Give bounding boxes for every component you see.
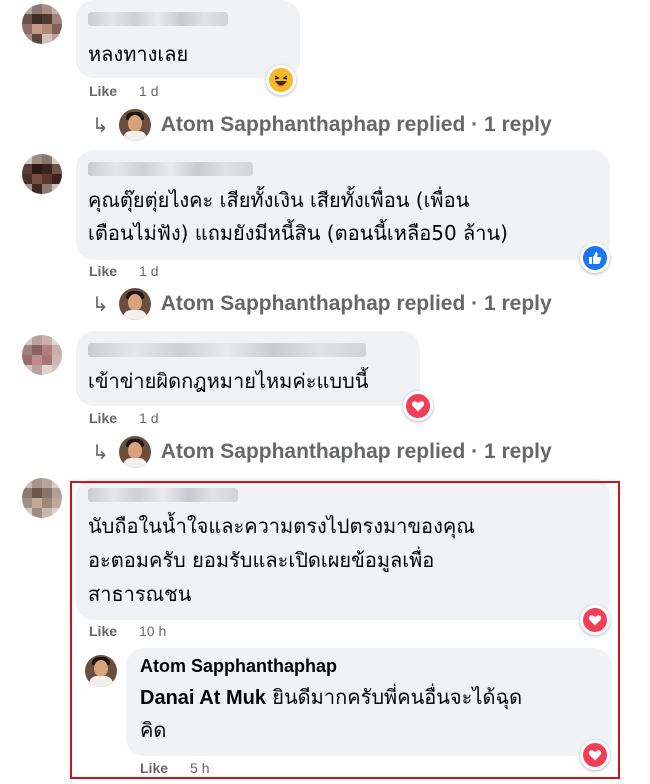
like-icon: [583, 246, 607, 270]
view-replies-link[interactable]: ↳ Atom Sapphanthaphap replied · 1 reply: [92, 435, 552, 469]
comment-bubble: หลงทางเลย: [76, 0, 300, 78]
comment-actions: Like 1 d: [89, 263, 158, 279]
like-button[interactable]: Like: [89, 263, 117, 279]
reply-arrow-icon: ↳: [92, 293, 109, 316]
comment-time[interactable]: 1 d: [139, 83, 158, 99]
commenter-name-blurred[interactable]: [88, 12, 228, 26]
view-replies-link[interactable]: ↳ Atom Sapphanthaphap replied · 1 reply: [92, 287, 552, 321]
haha-icon: [269, 68, 293, 92]
reaction-badge[interactable]: [580, 243, 610, 273]
love-icon: [406, 394, 430, 418]
commenter-avatar[interactable]: [22, 478, 62, 518]
reaction-badge[interactable]: [403, 391, 433, 421]
reply-summary[interactable]: Atom Sapphanthaphap replied · 1 reply: [161, 113, 552, 137]
reply-arrow-icon: ↳: [92, 114, 109, 137]
comment-time[interactable]: 1 d: [139, 263, 158, 279]
like-button[interactable]: Like: [89, 83, 117, 99]
reply-summary[interactable]: Atom Sapphanthaphap replied · 1 reply: [161, 440, 552, 464]
comment-time[interactable]: 1 d: [139, 410, 158, 426]
commenter-name-blurred[interactable]: [88, 343, 366, 357]
comment-bubble: คุณตุ๊ยตุ่ยไงคะ เสียทั้งเงิน เสียทั้งเพื…: [76, 150, 610, 260]
replier-avatar: [118, 109, 151, 141]
commenter-name-blurred[interactable]: [88, 162, 253, 176]
comment-bubble: เข้าข่ายผิดกฎหมายไหมค่ะแบบนี้: [76, 331, 420, 406]
commenter-avatar[interactable]: [22, 154, 62, 194]
replier-avatar: [118, 436, 151, 468]
like-button[interactable]: Like: [89, 410, 117, 426]
comment-text: เข้าข่ายผิดกฎหมายไหมค่ะแบบนี้: [88, 369, 369, 393]
highlight-frame: [70, 481, 620, 779]
reply-arrow-icon: ↳: [92, 441, 109, 464]
commenter-avatar[interactable]: [22, 335, 62, 375]
reply-summary[interactable]: Atom Sapphanthaphap replied · 1 reply: [161, 292, 552, 316]
replier-avatar: [118, 288, 151, 320]
comment-text: หลงทางเลย: [88, 42, 189, 66]
view-replies-link[interactable]: ↳ Atom Sapphanthaphap replied · 1 reply: [92, 108, 552, 142]
comment-text-line: เตือนไม่ฟัง) แถมยังมีหนี้สิน (ตอนนี้เหลื…: [88, 221, 508, 245]
commenter-avatar[interactable]: [22, 4, 62, 44]
comment-text-line: คุณตุ๊ยตุ่ยไงคะ เสียทั้งเงิน เสียทั้งเพื…: [88, 188, 470, 212]
comment-actions: Like 1 d: [89, 410, 158, 426]
reaction-badge[interactable]: [266, 65, 296, 95]
comment-actions: Like 1 d: [89, 83, 158, 99]
